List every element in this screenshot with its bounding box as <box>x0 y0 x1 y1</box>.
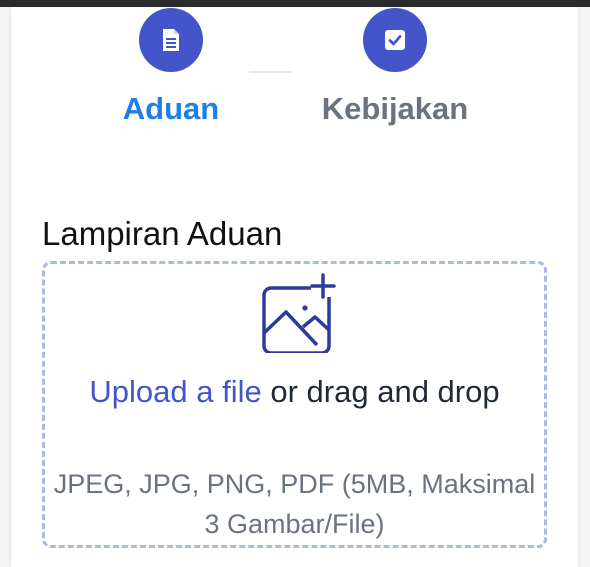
file-type-hint: JPEG, JPG, PNG, PDF (5MB, Maksimal 3 Gam… <box>53 469 536 539</box>
drag-and-drop-text: or drag and drop <box>270 374 500 409</box>
document-icon <box>163 29 179 51</box>
attachment-section-title: Lampiran Aduan <box>42 215 283 252</box>
checkbox-icon <box>385 30 405 50</box>
complaint-form-card: Aduan Kebijakan Lampiran Aduan Upload a … <box>11 7 578 567</box>
step-aduan-label[interactable]: Aduan <box>111 91 231 127</box>
upload-instructions: Upload a file or drag and drop <box>45 368 544 416</box>
file-dropzone[interactable]: Upload a file or drag and drop JPEG, JPG… <box>42 261 547 548</box>
upload-file-link[interactable]: Upload a file <box>89 374 261 409</box>
image-add-icon <box>262 273 336 353</box>
step-kebijakan-label[interactable]: Kebijakan <box>311 91 479 127</box>
step-connector <box>249 71 291 73</box>
step-kebijakan-indicator[interactable] <box>363 8 427 72</box>
step-aduan-indicator[interactable] <box>139 8 203 72</box>
browser-top-bar <box>0 0 590 7</box>
